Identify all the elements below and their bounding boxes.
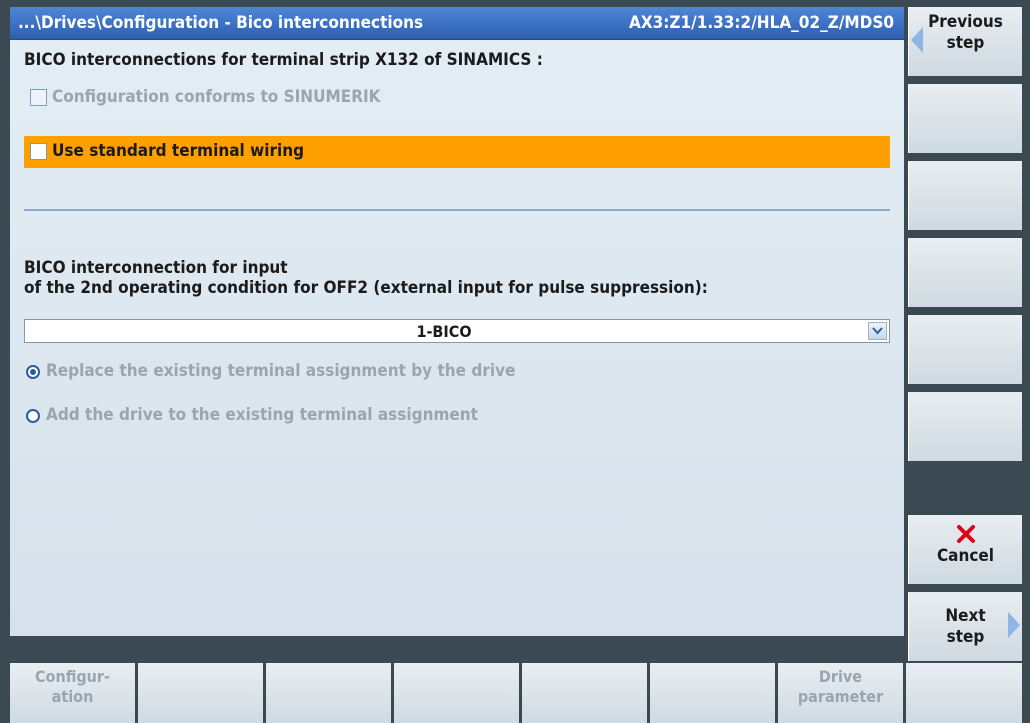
checkbox-row-standard-wiring[interactable]: Use standard terminal wiring <box>24 136 890 168</box>
softkey-horizontal-4[interactable] <box>394 663 519 723</box>
status-strip <box>10 636 904 660</box>
arrow-right-icon <box>1008 612 1020 638</box>
softkey-drive-parameter-line1: Drive <box>818 667 863 686</box>
radio-replace-label: Replace the existing terminal assignment… <box>46 361 516 381</box>
radio-add-label: Add the drive to the existing terminal a… <box>46 405 478 425</box>
softkey-next-step[interactable]: Next step <box>908 592 1022 661</box>
softkey-horizontal-6[interactable] <box>650 663 775 723</box>
checkbox-standard-wiring[interactable] <box>30 143 47 160</box>
arrow-left-icon <box>911 27 923 53</box>
chevron-down-icon[interactable] <box>868 322 887 340</box>
softkey-cancel-label: Cancel <box>936 546 995 566</box>
input-label-line1: BICO interconnection for input <box>24 258 288 278</box>
checkbox-standard-wiring-label: Use standard terminal wiring <box>52 141 305 161</box>
softkey-horizontal-8[interactable] <box>906 663 1022 723</box>
softkey-horizontal-2[interactable] <box>138 663 263 723</box>
radio-add-drive[interactable] <box>26 409 40 423</box>
softkey-previous-step[interactable]: Previous step <box>908 7 1022 76</box>
section-heading: BICO interconnections for terminal strip… <box>24 50 543 70</box>
radio-selected-dot <box>30 369 36 375</box>
bico-select-value: 1-BICO <box>416 322 472 341</box>
close-icon <box>909 524 1022 546</box>
softkey-vertical-3[interactable] <box>908 161 1022 230</box>
softkey-drive-parameter-line2: parameter <box>797 687 884 706</box>
hmi-screen: ...\Drives\Configuration - Bico intercon… <box>0 0 1030 723</box>
section-divider <box>24 209 890 211</box>
softkey-vertical-2[interactable] <box>908 84 1022 153</box>
softkey-previous-line2: step <box>946 33 985 53</box>
window-title: ...\Drives\Configuration - Bico intercon… <box>18 13 424 33</box>
checkbox-conform-label: Configuration conforms to SINUMERIK <box>52 87 381 107</box>
radio-replace-assignment[interactable] <box>26 365 40 379</box>
bico-select[interactable]: 1-BICO <box>24 319 890 343</box>
softkey-horizontal-3[interactable] <box>266 663 391 723</box>
softkey-drive-parameter[interactable]: Drive parameter <box>778 663 903 723</box>
softkey-cancel[interactable]: Cancel <box>908 515 1022 584</box>
softkey-vertical-4[interactable] <box>908 238 1022 307</box>
checkbox-conform-sinumerik[interactable] <box>30 89 47 106</box>
softkey-vertical-6[interactable] <box>908 392 1022 461</box>
softkey-configuration-line1: Configur- <box>34 667 110 686</box>
softkey-next-line2: step <box>946 627 985 647</box>
main-panel: BICO interconnections for terminal strip… <box>10 40 904 636</box>
softkey-configuration-line2: ation <box>51 687 94 706</box>
softkey-next-line1: Next <box>945 606 986 626</box>
softkey-horizontal-5[interactable] <box>522 663 647 723</box>
axis-context: AX3:Z1/1.33:2/HLA_02_Z/MDS0 <box>628 13 894 33</box>
softkey-vertical-5[interactable] <box>908 315 1022 384</box>
title-bar: ...\Drives\Configuration - Bico intercon… <box>10 7 904 39</box>
softkey-configuration[interactable]: Configur- ation <box>10 663 135 723</box>
input-label-line2: of the 2nd operating condition for OFF2 … <box>24 278 708 298</box>
softkey-previous-line1: Previous <box>928 12 1003 32</box>
